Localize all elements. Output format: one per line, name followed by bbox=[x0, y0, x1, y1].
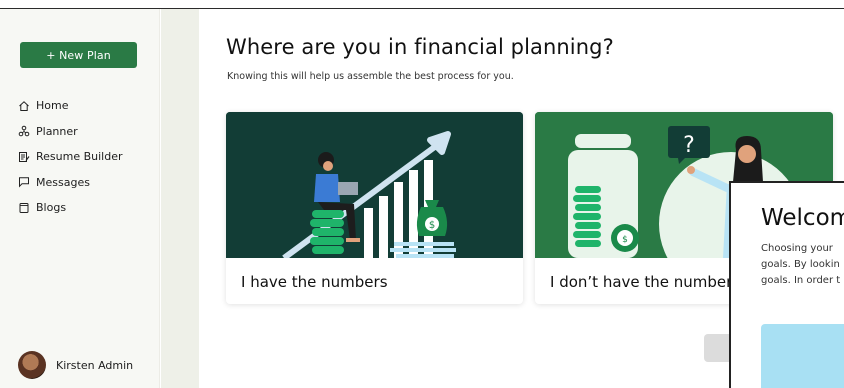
modal-text-line: goals. By lookin bbox=[761, 259, 840, 270]
page-subtitle: Knowing this will help us assemble the b… bbox=[227, 71, 514, 82]
blogs-icon bbox=[19, 202, 29, 213]
window-top-edge bbox=[0, 0, 844, 9]
resume-icon bbox=[19, 151, 30, 162]
sidebar-item-label: Resume Builder bbox=[36, 150, 123, 164]
sidebar-nav: Home Planner Resume Builder Messages Blo… bbox=[18, 93, 123, 221]
modal-text-line: Choosing your bbox=[761, 243, 833, 254]
sidebar-item-messages[interactable]: Messages bbox=[18, 170, 123, 196]
sidebar-item-blogs[interactable]: Blogs bbox=[18, 195, 123, 221]
card-label: I don’t have the numbers bbox=[550, 273, 741, 291]
new-plan-button[interactable]: + New Plan bbox=[20, 42, 137, 68]
sidebar-item-planner[interactable]: Planner bbox=[18, 119, 123, 145]
sidebar-item-label: Planner bbox=[36, 124, 78, 138]
sidebar-item-label: Blogs bbox=[36, 201, 67, 215]
sidebar-item-label: Messages bbox=[36, 175, 90, 189]
svg-text:?: ? bbox=[683, 133, 695, 158]
welcome-modal: Welcome Choosing your goals. By lookin g… bbox=[729, 181, 844, 388]
option-card-have-numbers[interactable]: $ I have the numbers bbox=[226, 112, 523, 304]
svg-text:$: $ bbox=[429, 220, 435, 231]
sidebar-gutter bbox=[161, 9, 199, 388]
page-title: Where are you in financial planning? bbox=[226, 35, 614, 59]
modal-illustration bbox=[761, 324, 844, 388]
sidebar-item-label: Home bbox=[36, 99, 69, 113]
sidebar-item-home[interactable]: Home bbox=[18, 93, 123, 119]
user-profile[interactable]: Kirsten Admin bbox=[18, 349, 148, 381]
messages-icon bbox=[19, 177, 29, 188]
avatar bbox=[18, 351, 46, 379]
card-label: I have the numbers bbox=[241, 273, 388, 291]
home-icon bbox=[19, 100, 29, 111]
sidebar: + New Plan Home Planner Resume Builder M… bbox=[0, 9, 160, 388]
svg-text:$: $ bbox=[622, 235, 628, 245]
sidebar-item-resume-builder[interactable]: Resume Builder bbox=[18, 144, 123, 170]
growth-chart-illustration: $ bbox=[226, 112, 523, 258]
modal-text: Choosing your goals. By lookin goals. In… bbox=[761, 241, 840, 289]
planner-icon bbox=[18, 125, 30, 137]
modal-text-line: goals. In order t bbox=[761, 275, 841, 286]
modal-title: Welcome bbox=[761, 205, 844, 231]
profile-name: Kirsten Admin bbox=[56, 358, 134, 372]
